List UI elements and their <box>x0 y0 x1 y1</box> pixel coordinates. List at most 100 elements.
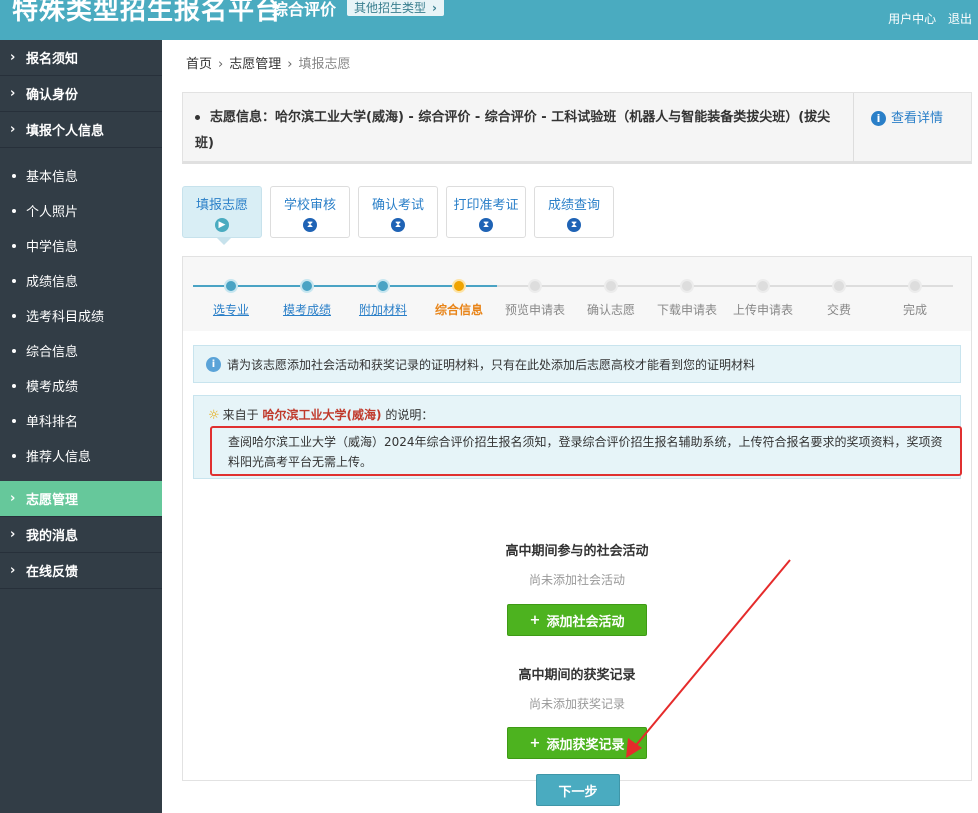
step-label: 模考成绩 <box>282 303 331 317</box>
notice-text: 请为该志愿添加社会活动和获奖记录的证明材料，只有在此处添加后志愿高校才能看到您的… <box>227 357 756 372</box>
sidebar-item-feedback[interactable]: › 在线反馈 <box>0 553 162 589</box>
other-types-button[interactable]: 其他招生类型 › <box>347 0 444 16</box>
step-upload-form: 上传申请表 <box>725 279 801 318</box>
bullet-icon <box>195 115 200 120</box>
chevron-right-icon: › <box>10 86 16 101</box>
sidebar-item-label: 志愿管理 <box>26 493 79 508</box>
social-activities-title: 高中期间参与的社会活动 <box>505 544 649 559</box>
other-types-label: 其他招生类型 <box>354 1 427 15</box>
tab-print-admission[interactable]: 打印准考证 ⧗ <box>446 186 526 238</box>
step-label: 综合信息 <box>434 303 483 317</box>
sidebar-sub-photo[interactable]: 个人照片 <box>0 193 162 228</box>
hourglass-icon: ⧗ <box>303 218 317 232</box>
top-links: 用户中心 退出 <box>880 10 972 27</box>
step-download-form: 下载申请表 <box>649 279 725 318</box>
step-circle <box>376 279 390 293</box>
sidebar-item-confirm-identity[interactable]: › 确认身份 <box>0 76 162 112</box>
step-complete: 完成 <box>877 279 953 318</box>
tab-confirm-exam[interactable]: 确认考试 ⧗ <box>358 186 438 238</box>
plus-icon: + <box>529 735 541 751</box>
school-explanation: ☼ 来自于 哈尔滨工业大学(威海) 的说明： 查阅哈尔滨工业大学（威海）2024年… <box>193 395 962 479</box>
step-confirm-application: 确认志愿 <box>573 279 649 318</box>
chevron-right-icon: › <box>10 491 16 506</box>
sidebar-sub-label: 综合信息 <box>26 345 79 360</box>
content-box: 选专业 模考成绩 附加材料 综合信息 预览申请表 确认志愿 下载申请表 上传申请… <box>182 256 972 806</box>
chevron-right-icon: › <box>10 563 16 578</box>
info-icon: i <box>871 111 886 126</box>
sidebar-item-notice[interactable]: › 报名须知 <box>0 40 162 76</box>
step-circle <box>224 279 238 293</box>
sidebar-sub-subject-rank[interactable]: 单科排名 <box>0 403 162 438</box>
bullet-icon <box>12 243 16 248</box>
step-preview-form: 预览申请表 <box>497 279 573 318</box>
step-label: 选专业 <box>212 303 249 317</box>
sidebar-item-label: 填报个人信息 <box>26 124 105 139</box>
sidebar-item-personal-info[interactable]: › 填报个人信息 <box>0 112 162 148</box>
sidebar-sub-school-info[interactable]: 中学信息 <box>0 228 162 263</box>
breadcrumb-current: 填报志愿 <box>298 57 351 72</box>
sidebar-sub-score-info[interactable]: 成绩信息 <box>0 263 162 298</box>
info-icon: i <box>206 356 221 372</box>
step-label: 交费 <box>826 303 851 317</box>
social-activities-empty: 尚未添加社会活动 <box>528 573 625 587</box>
sidebar-item-messages[interactable]: › 我的消息 <box>0 517 162 553</box>
chevron-right-icon: › <box>218 57 224 72</box>
tab-fill-application[interactable]: 填报志愿 ▶ <box>182 186 262 245</box>
bullet-icon <box>12 278 16 283</box>
step-circle <box>604 279 618 293</box>
step-circle <box>452 279 466 293</box>
awards-empty: 尚未添加获奖记录 <box>528 697 625 711</box>
step-circle <box>300 279 314 293</box>
tab-score-query[interactable]: 成绩查询 ⧗ <box>534 186 614 238</box>
next-step-button[interactable]: 下一步 <box>536 774 620 806</box>
sidebar-sub-mock-scores[interactable]: 模考成绩 <box>0 368 162 403</box>
step-select-major[interactable]: 选专业 <box>193 279 269 318</box>
step-label: 上传申请表 <box>732 303 793 317</box>
application-info-text: 志愿信息：哈尔滨工业大学(威海) - 综合评价 - 综合评价 - 工科试验班（机… <box>195 110 831 151</box>
step-payment: 交费 <box>801 279 877 318</box>
view-details-label: 查看详情 <box>891 111 944 126</box>
step-circle <box>680 279 694 293</box>
step-mock-scores[interactable]: 模考成绩 <box>269 279 345 318</box>
tab-label: 确认考试 <box>371 198 424 213</box>
bullet-icon <box>12 383 16 388</box>
sidebar-sub-label: 个人照片 <box>26 205 79 220</box>
add-award-button[interactable]: + 添加获奖记录 <box>507 727 647 759</box>
sidebar-sub-referrer-info[interactable]: 推荐人信息 <box>0 438 162 473</box>
view-details-link[interactable]: i 查看详情 <box>871 107 943 126</box>
step-label: 确认志愿 <box>586 303 635 317</box>
add-social-activity-button[interactable]: + 添加社会活动 <box>507 604 647 636</box>
breadcrumb-home[interactable]: 首页 <box>186 57 212 72</box>
sidebar-sub-comprehensive-info[interactable]: 综合信息 <box>0 333 162 368</box>
sidebar-sub-label: 模考成绩 <box>26 380 79 395</box>
sidebar-item-label: 我的消息 <box>26 529 79 544</box>
user-center-link[interactable]: 用户中心 <box>888 12 936 26</box>
sidebar-item-application-management[interactable]: › 志愿管理 <box>0 481 162 517</box>
process-tabs: 填报志愿 ▶ 学校审核 ⧗ 确认考试 ⧗ 打印准考证 ⧗ 成绩查询 ⧗ <box>182 186 622 245</box>
step-circle <box>756 279 770 293</box>
bullet-icon <box>12 453 16 458</box>
tab-label: 打印准考证 <box>453 198 519 213</box>
step-label: 下载申请表 <box>656 303 717 317</box>
bullet-icon <box>12 313 16 318</box>
sidebar-sub-basic-info[interactable]: 基本信息 <box>0 158 162 193</box>
sidebar-item-label: 报名须知 <box>26 52 79 67</box>
tab-label: 成绩查询 <box>547 198 600 213</box>
logout-link[interactable]: 退出 <box>948 12 972 26</box>
sidebar-sub-label: 推荐人信息 <box>26 450 92 465</box>
sidebar-sub-label: 中学信息 <box>26 240 79 255</box>
sidebar-sub-elective-scores[interactable]: 选考科目成绩 <box>0 298 162 333</box>
tab-school-review[interactable]: 学校审核 ⧗ <box>270 186 350 238</box>
sidebar-sub-label: 单科排名 <box>26 415 79 430</box>
breadcrumb-level1[interactable]: 志愿管理 <box>229 57 281 72</box>
notice-banner: i 请为该志愿添加社会活动和获奖记录的证明材料，只有在此处添加后志愿高校才能看到您… <box>193 345 961 383</box>
step-comprehensive-info: 综合信息 <box>421 279 497 318</box>
awards-title: 高中期间的获奖记录 <box>518 668 636 683</box>
plus-icon: + <box>529 612 541 628</box>
sidebar-sub-label: 成绩信息 <box>26 275 79 290</box>
chevron-right-icon: › <box>287 57 293 72</box>
site-title: 特殊类型招生报名平台 <box>12 0 283 26</box>
application-info-panel: 志愿信息：哈尔滨工业大学(威海) - 综合评价 - 综合评价 - 工科试验班（机… <box>182 92 972 164</box>
step-extra-materials[interactable]: 附加材料 <box>345 279 421 318</box>
divider <box>853 93 854 162</box>
